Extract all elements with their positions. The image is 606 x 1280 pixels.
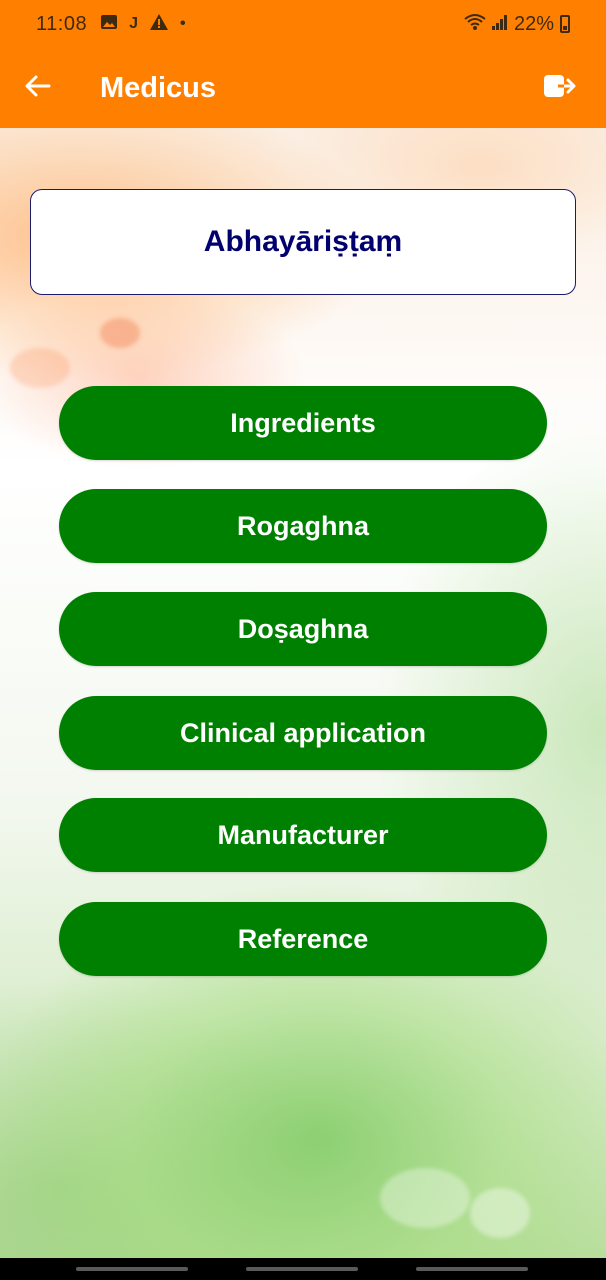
wifi-icon [464, 13, 486, 36]
background-image [0, 128, 606, 1258]
image-icon [101, 15, 118, 33]
manufacturer-button[interactable]: Manufacturer [59, 798, 547, 872]
dosaghna-button[interactable]: Doṣaghna [59, 592, 547, 666]
status-right: 22% [464, 13, 570, 36]
ingredients-button[interactable]: Ingredients [59, 386, 547, 460]
warning-icon [149, 14, 168, 34]
medicine-name: Abhayāriṣṭaṃ [203, 225, 403, 258]
clinical-application-button[interactable]: Clinical application [59, 696, 547, 770]
back-button[interactable] [14, 64, 62, 112]
signal-icon [491, 14, 508, 35]
dot-icon: • [179, 15, 186, 32]
status-time: 11:08 [36, 12, 88, 35]
logout-button[interactable] [536, 64, 584, 112]
system-nav-bar [0, 1258, 606, 1280]
arrow-left-icon [25, 75, 51, 102]
nav-recent-handle[interactable] [76, 1267, 188, 1271]
page-title: Medicus [100, 71, 217, 104]
rogaghna-button[interactable]: Rogaghna [59, 489, 547, 563]
logout-icon [544, 73, 576, 104]
app-bar: Medicus [0, 48, 606, 128]
j-icon: J [129, 15, 138, 32]
status-bar: 11:08 J • 22% [0, 0, 606, 48]
medicine-title-card: Abhayāriṣṭaṃ [30, 189, 576, 295]
reference-button[interactable]: Reference [59, 902, 547, 976]
battery-icon [560, 15, 570, 33]
notification-icons: J • [101, 14, 186, 34]
nav-back-handle[interactable] [416, 1267, 528, 1271]
nav-home-handle[interactable] [246, 1267, 358, 1271]
battery-percent: 22% [513, 12, 554, 35]
